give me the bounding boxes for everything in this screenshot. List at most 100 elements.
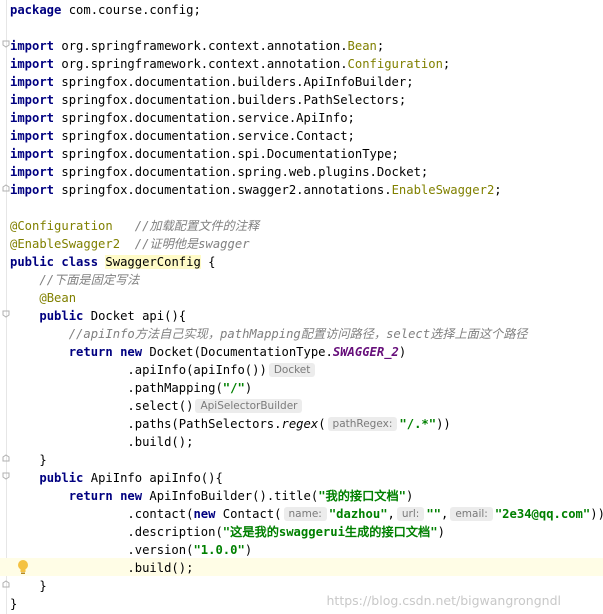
code-line[interactable]: .apiInfo(apiInfo()) Docket <box>10 361 317 379</box>
code-token: return new <box>68 345 143 359</box>
code-token: //apiInfo方法自己实现，pathMapping配置访问路径，select… <box>68 327 528 341</box>
code-token: ( <box>318 417 326 431</box>
fold-marker-icon[interactable] <box>2 40 10 48</box>
code-line[interactable]: import springfox.documentation.swagger2.… <box>10 181 502 199</box>
code-token: import <box>10 57 55 71</box>
code-line[interactable]: .paths(PathSelectors.regex(pathRegex: "/.… <box>10 415 451 433</box>
fold-marker-icon[interactable] <box>2 310 10 318</box>
code-line[interactable]: .contact(new Contact(name: "dazhou", url: "… <box>10 505 603 523</box>
code-token: org.springframework.context.annotation. <box>54 39 348 53</box>
code-line[interactable]: .version("1.0.0") <box>10 541 252 559</box>
code-line[interactable]: package com.course.config; <box>10 1 201 19</box>
code-token: ) <box>437 525 445 539</box>
code-token: "/" <box>222 381 245 395</box>
code-line[interactable]: } <box>10 577 46 595</box>
code-token: org.springframework.context.annotation. <box>54 57 348 71</box>
code-token: import <box>10 129 55 143</box>
code-line[interactable]: return new Docket(DocumentationType.SWAG… <box>10 343 407 361</box>
code-line[interactable]: public ApiInfo apiInfo(){ <box>10 469 223 487</box>
code-token: "dazhou" <box>328 507 388 521</box>
code-token: ApiInfoBuilder().title( <box>142 489 319 503</box>
code-token: ) <box>244 381 253 395</box>
code-token: import <box>10 165 55 179</box>
code-token: Docket(DocumentationType. <box>142 345 333 359</box>
code-token: public <box>39 471 84 485</box>
code-token: import <box>10 39 55 53</box>
code-line[interactable]: @Bean <box>10 289 76 307</box>
code-token: ) <box>406 489 414 503</box>
code-token: import <box>10 75 55 89</box>
fold-marker-icon[interactable] <box>2 580 10 588</box>
code-token: )) <box>590 507 603 521</box>
code-token: springfox.documentation.spi.Documentatio… <box>54 147 399 161</box>
code-token: import <box>10 147 55 161</box>
code-line[interactable]: public Docket api(){ <box>10 307 186 325</box>
code-line[interactable]: //apiInfo方法自己实现，pathMapping配置访问路径，select… <box>10 325 528 343</box>
code-token: return new <box>68 489 143 503</box>
code-line[interactable]: import springfox.documentation.builders.… <box>10 73 414 91</box>
code-token: public <box>39 309 84 323</box>
code-token: , <box>387 507 395 521</box>
code-line[interactable]: .select() ApiSelectorBuilder <box>10 397 304 415</box>
code-token: ; <box>376 39 385 53</box>
code-token: import <box>10 183 55 197</box>
code-token: @Bean <box>39 291 77 305</box>
code-line[interactable]: } <box>10 595 17 613</box>
parameter-hint: email: <box>450 507 493 521</box>
code-token: com.course.config; <box>61 3 201 17</box>
code-line[interactable]: return new ApiInfoBuilder().title("我的接口文… <box>10 487 414 505</box>
code-line[interactable]: } <box>10 451 46 469</box>
code-line[interactable]: import org.springframework.context.annot… <box>10 37 384 55</box>
code-token: springfox.documentation.service.Contact; <box>54 129 355 143</box>
code-token: //下面是固定写法 <box>39 273 140 287</box>
code-line[interactable]: //下面是固定写法 <box>10 271 139 289</box>
code-line[interactable]: .build(); <box>10 559 193 577</box>
code-line[interactable]: import springfox.documentation.builders.… <box>10 91 406 109</box>
code-token: public class <box>10 255 99 269</box>
code-token: .contact( <box>10 507 194 521</box>
code-line[interactable]: public class SwaggerConfig { <box>10 253 215 271</box>
code-token: package <box>10 3 62 17</box>
code-line[interactable]: import springfox.documentation.service.A… <box>10 109 355 127</box>
code-token: @Configuration <box>10 219 113 233</box>
code-token: "我的接口文档" <box>318 489 406 503</box>
code-line[interactable]: @Configuration //加载配置文件的注释 <box>10 217 259 235</box>
code-token: "" <box>426 507 441 521</box>
code-token: "1.0.0" <box>193 543 245 557</box>
gutter <box>6 0 7 614</box>
code-line[interactable]: .description("这是我的swaggerui生成的接口文档") <box>10 523 445 541</box>
code-token: .select() <box>10 399 194 413</box>
code-line[interactable]: @EnableSwagger2 //证明他是swagger <box>10 235 250 253</box>
code-token: springfox.documentation.spring.web.plugi… <box>54 165 429 179</box>
code-token: new <box>193 507 216 521</box>
code-token: Docket api(){ <box>83 309 187 323</box>
code-line[interactable]: import org.springframework.context.annot… <box>10 55 450 73</box>
code-token: springfox.documentation.swagger2.annotat… <box>54 183 392 197</box>
code-token: import <box>10 93 55 107</box>
code-token: , <box>441 507 449 521</box>
code-line[interactable]: import springfox.documentation.spring.we… <box>10 163 428 181</box>
fold-marker-icon[interactable] <box>2 184 10 192</box>
code-token: .description( <box>10 525 223 539</box>
code-line[interactable]: .pathMapping("/") <box>10 379 252 397</box>
code-editor[interactable]: package com.course.config; import org.spr… <box>0 0 603 614</box>
code-token: EnableSwagger2 <box>391 183 495 197</box>
parameter-hint: Docket <box>268 363 316 377</box>
code-line[interactable]: import springfox.documentation.service.C… <box>10 127 355 145</box>
code-line[interactable]: import springfox.documentation.spi.Docum… <box>10 145 399 163</box>
fold-marker-icon[interactable] <box>2 472 10 480</box>
parameter-hint: ApiSelectorBuilder <box>195 399 303 413</box>
fold-marker-icon[interactable] <box>2 454 10 462</box>
code-line[interactable]: .build(); <box>10 433 193 451</box>
code-token: .build(); <box>10 561 194 575</box>
code-token: ) <box>398 345 407 359</box>
code-token: SwaggerConfig <box>105 255 201 269</box>
code-token: .version( <box>10 543 194 557</box>
code-token: springfox.documentation.service.ApiInfo; <box>54 111 355 125</box>
code-token: ApiInfo apiInfo(){ <box>83 471 223 485</box>
